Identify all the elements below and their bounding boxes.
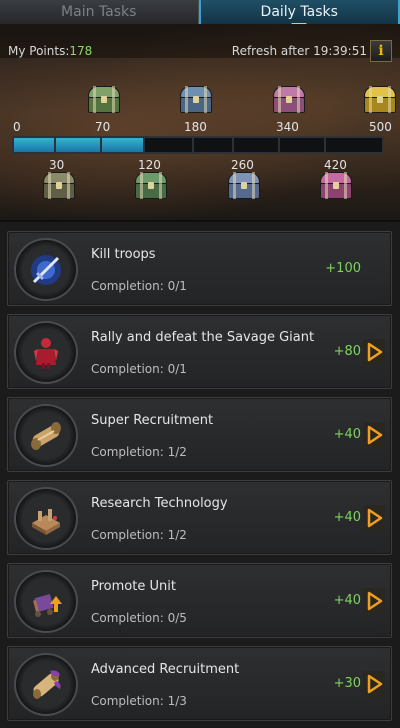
scroll-icon bbox=[31, 422, 61, 450]
tab-daily-tasks[interactable]: Daily Tasks bbox=[198, 0, 400, 30]
promote-icon bbox=[33, 594, 62, 617]
task-reward: +40 bbox=[333, 593, 361, 608]
task-reward: +100 bbox=[325, 261, 361, 276]
scroll-purple-icon bbox=[33, 670, 61, 699]
task-badge bbox=[14, 321, 78, 384]
task-row[interactable]: Super Recruitment Completion: 1/2 +40 bbox=[7, 397, 392, 472]
task-title: Promote Unit bbox=[91, 579, 176, 594]
progress-tick bbox=[324, 138, 326, 152]
task-title: Kill troops bbox=[91, 247, 156, 262]
task-badge bbox=[14, 653, 78, 716]
task-completion: Completion: 0/1 bbox=[91, 279, 187, 293]
task-completion: Completion: 1/3 bbox=[91, 694, 187, 708]
task-completion: Completion: 1/2 bbox=[91, 528, 187, 542]
points-panel: My Points:178 Refresh after 19:39:51 i 0… bbox=[0, 24, 400, 222]
progress-tick bbox=[192, 138, 194, 152]
chest-500-icon[interactable] bbox=[364, 86, 396, 114]
task-badge bbox=[14, 238, 78, 301]
my-points: My Points:178 bbox=[8, 44, 92, 58]
chest-180-icon[interactable] bbox=[180, 86, 212, 114]
task-row[interactable]: Promote Unit Completion: 0/5 +40 bbox=[7, 563, 392, 638]
milestone-340: 340 bbox=[276, 120, 299, 134]
task-row[interactable]: Research Technology Completion: 1/2 +40 bbox=[7, 480, 392, 555]
my-points-label: My Points: bbox=[8, 44, 70, 58]
go-arrow-icon[interactable] bbox=[363, 588, 385, 614]
progress-tick bbox=[100, 138, 102, 152]
points-progress-bar bbox=[12, 136, 384, 154]
task-reward: +40 bbox=[333, 427, 361, 442]
task-title: Advanced Recruitment bbox=[91, 662, 240, 677]
milestone-0: 0 bbox=[13, 120, 21, 134]
refresh-timer: Refresh after 19:39:51 bbox=[231, 44, 367, 58]
task-title: Research Technology bbox=[91, 496, 228, 511]
tab-daily-tasks-label: Daily Tasks bbox=[260, 4, 338, 20]
task-reward: +30 bbox=[333, 676, 361, 691]
task-title: Rally and defeat the Savage Giant bbox=[91, 330, 315, 345]
task-completion: Completion: 0/1 bbox=[91, 362, 187, 376]
info-icon[interactable]: i bbox=[370, 40, 392, 62]
progress-tick bbox=[232, 138, 234, 152]
progress-tick bbox=[143, 138, 145, 152]
milestone-260: 260 bbox=[231, 158, 254, 172]
chest-30-icon[interactable] bbox=[43, 172, 75, 200]
go-arrow-icon[interactable] bbox=[363, 339, 385, 365]
chest-120-icon[interactable] bbox=[135, 172, 167, 200]
milestone-30: 30 bbox=[49, 158, 65, 172]
chest-70-icon[interactable] bbox=[88, 86, 120, 114]
milestone-180: 180 bbox=[184, 120, 207, 134]
task-badge bbox=[14, 570, 78, 633]
task-title: Super Recruitment bbox=[91, 413, 214, 428]
giant-icon bbox=[34, 338, 58, 369]
milestone-70: 70 bbox=[95, 120, 111, 134]
milestone-120: 120 bbox=[138, 158, 161, 172]
my-points-value: 178 bbox=[69, 44, 93, 58]
sword-icon bbox=[31, 255, 61, 285]
go-arrow-icon[interactable] bbox=[363, 671, 385, 697]
task-tabs: Main Tasks Daily Tasks bbox=[0, 0, 400, 30]
task-completion: Completion: 0/5 bbox=[91, 611, 187, 625]
task-row[interactable]: Advanced Recruitment Completion: 1/3 +30 bbox=[7, 646, 392, 721]
tab-main-tasks[interactable]: Main Tasks bbox=[0, 0, 199, 24]
task-reward: +40 bbox=[333, 510, 361, 525]
chest-260-icon[interactable] bbox=[228, 172, 260, 200]
progress-tick bbox=[278, 138, 280, 152]
points-progress-fill bbox=[14, 138, 145, 152]
progress-tick bbox=[54, 138, 56, 152]
task-badge bbox=[14, 404, 78, 467]
chest-420-icon[interactable] bbox=[320, 172, 352, 200]
task-row[interactable]: Rally and defeat the Savage Giant Comple… bbox=[7, 314, 392, 389]
go-arrow-icon[interactable] bbox=[363, 422, 385, 448]
task-reward: +80 bbox=[333, 344, 361, 359]
go-arrow-icon[interactable] bbox=[363, 505, 385, 531]
milestone-500: 500 bbox=[369, 120, 392, 134]
task-completion: Completion: 1/2 bbox=[91, 445, 187, 459]
task-badge bbox=[14, 487, 78, 550]
milestone-420: 420 bbox=[324, 158, 347, 172]
task-row[interactable]: Kill troops Completion: 0/1 +100 bbox=[7, 231, 392, 306]
chest-340-icon[interactable] bbox=[273, 86, 305, 114]
research-icon bbox=[32, 509, 60, 535]
